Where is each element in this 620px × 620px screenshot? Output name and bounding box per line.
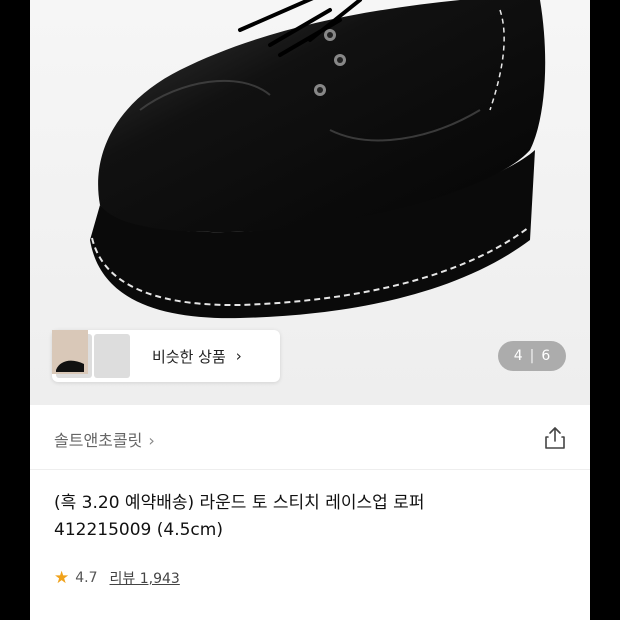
chevron-right-icon: ›	[148, 431, 155, 450]
reviews-link[interactable]: 리뷰 1,943	[110, 568, 180, 588]
counter-total: 6	[541, 348, 551, 364]
product-title-line: 412215009 (4.5cm)	[54, 520, 223, 540]
chevron-right-icon: ›	[235, 347, 242, 365]
product-image[interactable]: 비슷한 상품 › 4 | 6	[30, 0, 590, 405]
brand-row: 솔트앤초콜릿 ›	[30, 405, 590, 470]
counter-separator: |	[529, 348, 535, 364]
rating-row: ★ 4.7 리뷰 1,943	[54, 568, 180, 588]
rating-value: 4.7	[75, 570, 98, 586]
star-icon: ★	[54, 568, 70, 588]
share-icon[interactable]	[542, 425, 568, 451]
product-title: (흑 3.20 예약배송) 라운드 토 스티치 레이스업 로퍼 41221500…	[54, 490, 574, 544]
brand-name: 솔트앤초콜릿	[54, 431, 143, 450]
product-detail-screen: 비슷한 상품 › 4 | 6 솔트앤초콜릿 › (흑 3.20 예약배송) 라운드…	[30, 0, 590, 620]
image-page-counter: 4 | 6	[498, 341, 566, 371]
similar-products-button[interactable]: 비슷한 상품 ›	[52, 330, 280, 382]
counter-current: 4	[513, 348, 523, 364]
brand-link[interactable]: 솔트앤초콜릿 ›	[54, 427, 155, 451]
similar-product-thumbnail	[52, 330, 130, 378]
product-title-line: (흑 3.20 예약배송) 라운드 토 스티치 레이스업 로퍼	[54, 493, 425, 513]
similar-products-label: 비슷한 상품	[152, 347, 226, 366]
